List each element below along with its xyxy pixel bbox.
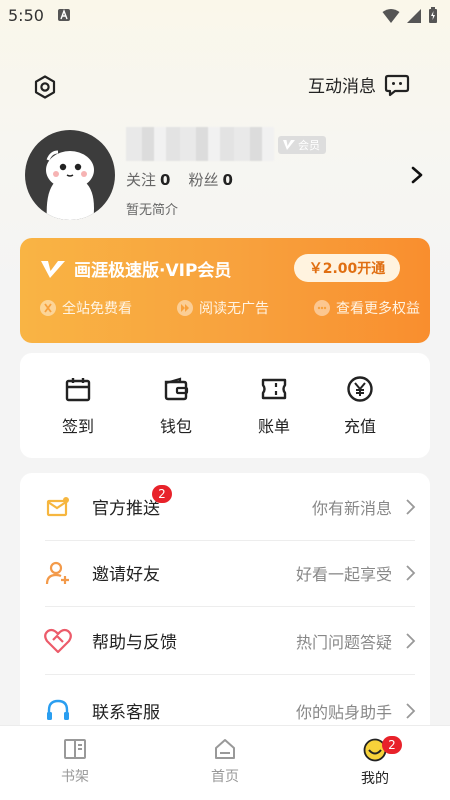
ticket-icon	[261, 378, 287, 400]
tab-home[interactable]: 首页	[180, 738, 270, 786]
bio-text: 暂无简介	[126, 203, 179, 218]
no-ads-icon	[177, 300, 193, 316]
vip-title: 画涯极速版·VIP会员	[74, 261, 232, 281]
v-logo-icon	[283, 140, 295, 150]
shortcut-label: 账单	[257, 417, 290, 436]
vip-perk-free-read[interactable]: 全站免费看	[40, 298, 132, 318]
free-read-icon	[40, 300, 56, 316]
divider	[45, 674, 415, 675]
vip-open-button[interactable]: ￥2.00开通	[294, 254, 400, 282]
help-heart-icon	[44, 627, 72, 655]
following-stat[interactable]: 关注 0	[126, 169, 170, 190]
chevron-right-icon	[406, 565, 416, 581]
menu-hint: 热门问题答疑	[295, 633, 392, 652]
header-row: 互动消息	[0, 68, 450, 108]
menu-hint: 你有新消息	[311, 499, 392, 518]
notification-a-icon	[58, 9, 70, 21]
mail-icon	[44, 493, 72, 521]
vip-badge-label: 会员	[298, 139, 320, 152]
battery-icon	[429, 7, 437, 23]
chevron-right-icon[interactable]	[410, 165, 424, 185]
bookshelf-icon	[64, 739, 86, 759]
menu-item-official-push[interactable]: 官方推送 2 你有新消息	[20, 473, 430, 541]
menu-item-invite-friends[interactable]: 邀请好友 好看一起享受	[20, 539, 430, 607]
calendar-icon	[65, 378, 91, 402]
following-count: 0	[160, 171, 171, 189]
chevron-right-icon	[406, 633, 416, 649]
vip-status-badge[interactable]: 会员	[278, 136, 326, 154]
shortcut-sign-in[interactable]: 签到	[38, 375, 118, 437]
fans-count: 0	[222, 171, 233, 189]
vip-perks: 全站免费看 阅读无广告 查看更多权益	[40, 298, 420, 318]
more-icon	[314, 300, 330, 316]
yen-icon	[347, 376, 373, 402]
menu-item-help-feedback[interactable]: 帮助与反馈 热门问题答疑	[20, 607, 430, 675]
menu-label: 联系客服	[92, 703, 160, 723]
avatar[interactable]	[25, 130, 115, 220]
vip-perk-more[interactable]: 查看更多权益	[314, 298, 420, 318]
shortcut-wallet[interactable]: 钱包	[136, 375, 216, 437]
unread-badge: 2	[152, 485, 172, 503]
settings-button[interactable]	[30, 72, 60, 102]
menu-label: 邀请好友	[92, 565, 160, 585]
tab-label: 我的	[361, 771, 389, 787]
v-logo-icon	[41, 260, 65, 278]
shortcut-label: 钱包	[159, 417, 192, 436]
status-time: 5:50	[8, 6, 44, 25]
default-avatar-icon	[46, 150, 94, 220]
fans-label: 粉丝	[188, 171, 219, 189]
chevron-right-icon	[406, 703, 416, 719]
messages-label: 互动消息	[308, 77, 376, 97]
menu-label: 帮助与反馈	[92, 633, 177, 653]
perk-label: 查看更多权益	[336, 301, 420, 317]
vip-title-row: 画涯极速版·VIP会员	[40, 256, 231, 281]
headset-icon	[44, 697, 72, 725]
perk-label: 全站免费看	[62, 301, 132, 317]
vip-promo-card[interactable]: 画涯极速版·VIP会员 ￥2.00开通 全站免费看 阅读无广告 查看更多权益	[20, 238, 430, 343]
menu-card: 官方推送 2 你有新消息 邀请好友 好看一起享受 帮助与反馈 热门问题答疑 联系…	[20, 473, 430, 733]
wallet-icon	[164, 377, 189, 401]
shortcut-label: 充值	[343, 417, 376, 436]
username-redacted	[126, 127, 274, 161]
shortcuts-card: 签到 钱包 账单 充值	[20, 353, 430, 458]
chevron-right-icon	[406, 499, 416, 515]
menu-hint: 你的贴身助手	[295, 703, 392, 722]
bottom-tab-bar: 书架 首页 2 我的	[0, 725, 450, 800]
add-user-icon	[44, 559, 72, 587]
vip-perk-no-ads[interactable]: 阅读无广告	[177, 298, 269, 318]
tab-mine[interactable]: 2 我的	[330, 736, 420, 788]
signal-icon	[407, 8, 421, 23]
settings-hexagon-icon	[34, 75, 56, 99]
menu-hint: 好看一起享受	[295, 565, 392, 584]
status-bar: 5:50	[0, 0, 450, 32]
perk-label: 阅读无广告	[199, 301, 269, 317]
shortcut-label: 签到	[61, 417, 94, 436]
tab-badge: 2	[382, 736, 402, 754]
following-label: 关注	[126, 171, 157, 189]
home-icon	[215, 739, 235, 759]
tab-label: 书架	[61, 769, 89, 785]
chat-bubble-icon	[384, 74, 410, 96]
menu-label: 官方推送	[92, 499, 160, 519]
shortcut-recharge[interactable]: 充值	[320, 375, 400, 437]
tab-bookshelf[interactable]: 书架	[30, 738, 120, 786]
interactive-messages-button[interactable]: 互动消息	[308, 72, 410, 97]
fans-stat[interactable]: 粉丝 0	[188, 169, 232, 190]
shortcut-bill[interactable]: 账单	[234, 375, 314, 437]
status-icons	[382, 7, 438, 24]
tab-label: 首页	[211, 769, 239, 785]
wifi-icon	[382, 8, 400, 23]
follow-stats: 关注 0 粉丝 0	[126, 169, 233, 190]
profile-section[interactable]: 会员 关注 0 粉丝 0 暂无简介	[0, 125, 450, 225]
